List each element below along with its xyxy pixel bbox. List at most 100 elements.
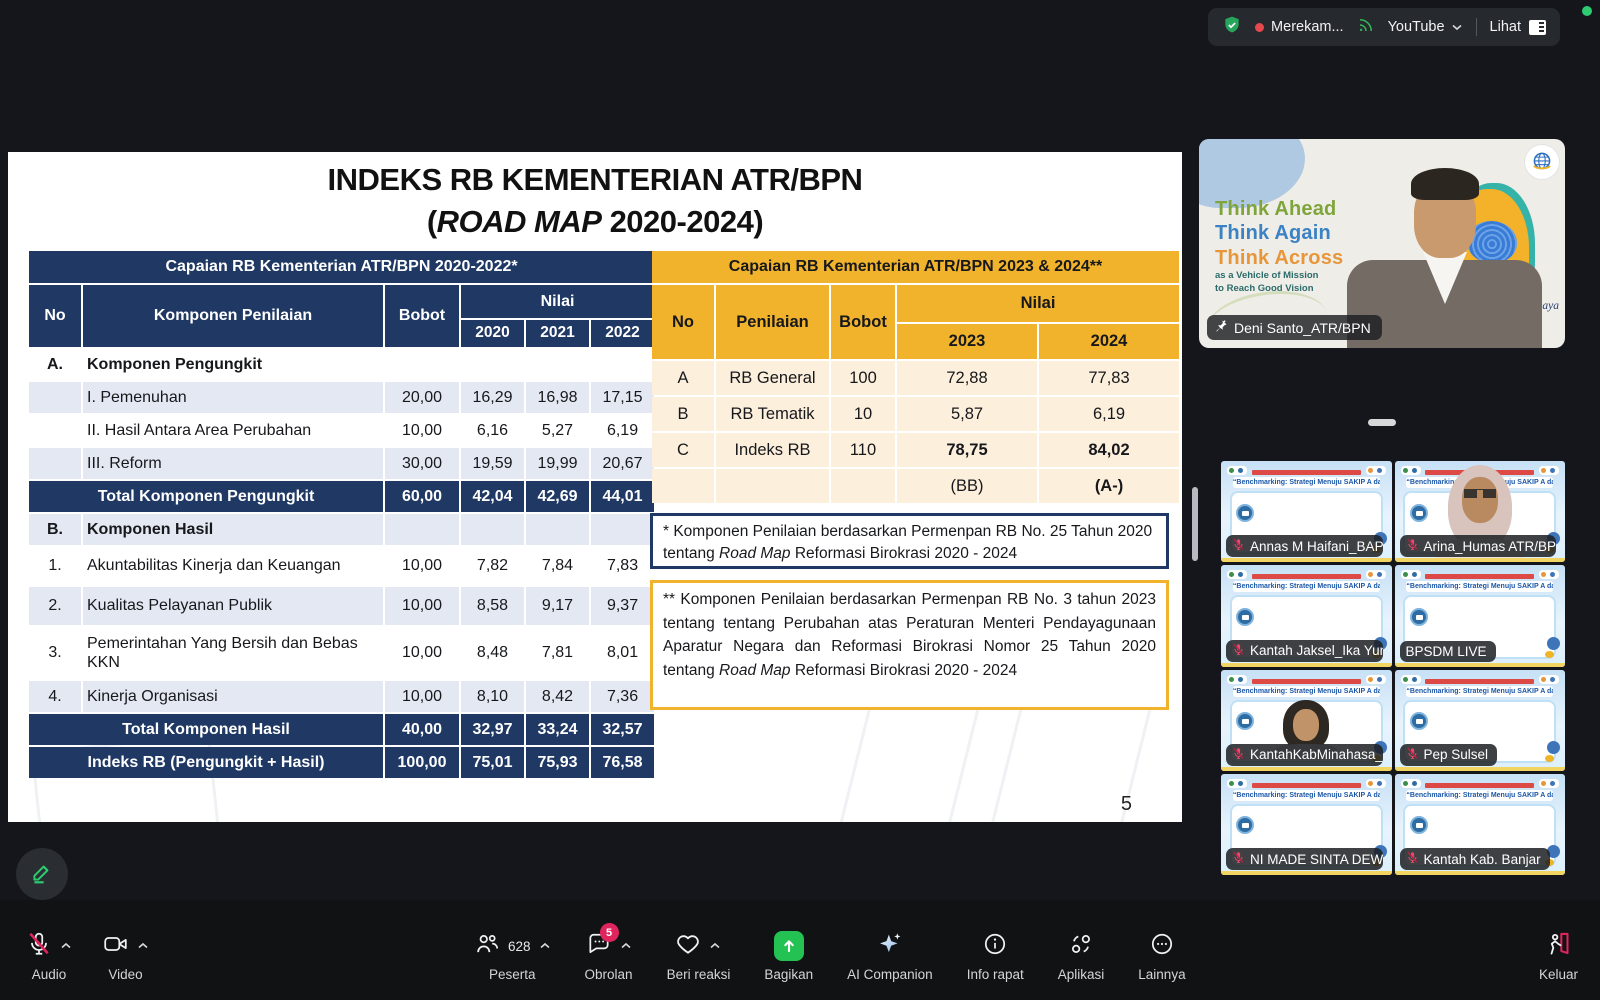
participant-tile[interactable]: “Benchmarking: Strategi Menuju SAKIP A d… (1395, 565, 1566, 666)
participant-count: 628 (508, 939, 531, 954)
toolbar-button-share[interactable]: Bagikan (764, 932, 813, 982)
toolbar-button-meeting-info[interactable]: Info rapat (967, 932, 1024, 982)
participant-name: NI MADE SINTA DEWI (1250, 852, 1383, 867)
toolbar-button-more[interactable]: Lainnya (1138, 932, 1185, 982)
tile-logo (1227, 675, 1247, 684)
divider (1476, 18, 1477, 36)
participant-tile[interactable]: “Benchmarking: Strategi Menuju SAKIP A d… (1395, 461, 1566, 562)
table-row: ARB General10072,8877,83 (652, 361, 1179, 395)
table-row: III. Reform30,0019,5919,9920,67 (29, 448, 654, 479)
toolbar-button-apps[interactable]: Aplikasi (1058, 932, 1105, 982)
chevron-up-icon[interactable] (137, 937, 149, 955)
speaker-name: Deni Santo_ATR/BPN (1234, 320, 1371, 336)
speaker-video-tile[interactable]: Think Ahead Think Again Think Across as … (1199, 139, 1565, 348)
participant-tile[interactable]: “Benchmarking: Strategi Menuju SAKIP A d… (1221, 461, 1392, 562)
chevron-up-icon[interactable] (539, 937, 551, 955)
panel-drag-handle[interactable] (1368, 419, 1396, 426)
participant-name-tag: Pep Sulsel (1400, 744, 1498, 766)
mic-muted-icon (1406, 538, 1419, 554)
tile-chat-logo (1410, 504, 1428, 522)
chevron-down-icon (1451, 23, 1463, 31)
chevron-up-icon[interactable] (60, 937, 72, 955)
toolbar-button-audio[interactable]: Audio (26, 932, 72, 982)
participant-name-tag: Annas M Haifani_BAPP... (1226, 535, 1383, 557)
toolbar-button-video[interactable]: Video (102, 932, 149, 982)
table-row: 2. Kualitas Pelayanan Publik10,008,589,1… (29, 587, 654, 625)
toolbar-label: Keluar (1539, 967, 1578, 982)
tile-footer-stripe (1221, 871, 1392, 875)
table-row: BRB Tematik105,876,19 (652, 397, 1179, 431)
table-title-row: Capaian RB Kementerian ATR/BPN 2020-2022… (29, 251, 654, 283)
youtube-stream-menu[interactable]: YouTube (1388, 19, 1463, 35)
view-label: Lihat (1490, 19, 1521, 35)
table-total-row: Total Komponen Hasil40,0032,9733,2432,57 (29, 714, 654, 745)
tile-banner-text: “Benchmarking: Strategi Menuju SAKIP A d… (1406, 686, 1553, 697)
tile-chat-logo (1236, 504, 1254, 522)
participant-name: Arina_Humas ATR/BPN (1424, 539, 1557, 554)
youtube-label: YouTube (1388, 19, 1445, 35)
toolbar-button-ai-companion[interactable]: AI Companion (847, 932, 933, 982)
recording-label: Merekam... (1271, 19, 1344, 35)
footnote-permenpan-3-2023: ** Komponen Penilaian berdasarkan Permen… (650, 580, 1169, 710)
tile-chat-logo (1410, 816, 1428, 834)
tile-chat-logo (1236, 608, 1254, 626)
mic-muted-icon (1232, 851, 1245, 867)
participant-tile[interactable]: “Benchmarking: Strategi Menuju SAKIP A d… (1221, 774, 1392, 875)
tile-footer-stripe (1221, 558, 1392, 562)
recording-indicator[interactable]: Merekam... (1255, 19, 1344, 35)
tile-logo (1401, 675, 1421, 684)
table-capaian-2020-2022: Capaian RB Kementerian ATR/BPN 2020-2022… (27, 249, 656, 780)
video-icon (102, 931, 129, 962)
toolbar-label: Bagikan (764, 967, 813, 982)
tile-footer-stripe (1221, 663, 1392, 667)
tile-footer-stripe (1395, 767, 1566, 771)
toolbar-label: Lainnya (1138, 967, 1185, 982)
table-total-row: Indeks RB (Pengungkit + Hasil)100,0075,0… (29, 747, 654, 778)
mic-muted-icon (1406, 851, 1419, 867)
participants-scrollbar[interactable] (1192, 487, 1198, 561)
table-row: 1. Akuntabilitas Kinerja dan Keuangan10,… (29, 547, 654, 585)
more-icon (1149, 931, 1175, 962)
chevron-up-icon[interactable] (620, 937, 632, 955)
camera-active-dot (1582, 6, 1592, 16)
tile-banner-text: “Benchmarking: Strategi Menuju SAKIP A d… (1233, 790, 1380, 801)
reactions-icon (675, 931, 701, 962)
toolbar-button-reactions[interactable]: Beri reaksi (667, 932, 731, 982)
participant-tile[interactable]: “Benchmarking: Strategi Menuju SAKIP A d… (1395, 670, 1566, 771)
mic-muted-icon (1232, 747, 1245, 763)
toolbar-label: Video (108, 967, 142, 982)
tile-logo (1366, 570, 1386, 579)
tile-logo (1366, 675, 1386, 684)
tile-banner-text: “Benchmarking: Strategi Menuju SAKIP A d… (1233, 686, 1380, 697)
participant-name: Pep Sulsel (1424, 747, 1489, 762)
tile-footer-stripe (1395, 871, 1566, 875)
encryption-shield-icon (1222, 15, 1242, 40)
table-row: II. Hasil Antara Area Perubahan10,006,16… (29, 415, 654, 446)
mic-muted-icon (1232, 538, 1245, 554)
pencil-icon (29, 859, 55, 890)
toolbar-label: Audio (32, 967, 67, 982)
toolbar-button-chat[interactable]: 5 Obrolan (585, 932, 633, 982)
participant-tile[interactable]: “Benchmarking: Strategi Menuju SAKIP A d… (1221, 670, 1392, 771)
participant-name: KantahKabMinahasa_S... (1250, 747, 1383, 762)
annotate-button[interactable] (16, 848, 68, 900)
meeting-status-bar: Merekam... YouTube Lihat (1208, 8, 1560, 46)
table-header-row: No Komponen Penilaian Bobot Nilai (29, 285, 654, 318)
chevron-up-icon[interactable] (709, 937, 721, 955)
tile-banner-stripe (1252, 574, 1361, 579)
participant-tile[interactable]: “Benchmarking: Strategi Menuju SAKIP A d… (1395, 774, 1566, 875)
participant-tile[interactable]: “Benchmarking: Strategi Menuju SAKIP A d… (1221, 565, 1392, 666)
toolbar-button-leave[interactable]: Keluar (1539, 932, 1578, 982)
shared-screen-slide: INDEKS RB KEMENTERIAN ATR/BPN (ROAD MAP … (8, 152, 1182, 822)
view-menu[interactable]: Lihat (1490, 19, 1546, 35)
toolbar-button-participants[interactable]: 628 Peserta (474, 932, 551, 982)
table-row: 3. Pemerintahan Yang Bersih dan Bebas KK… (29, 627, 654, 679)
participant-name: Annas M Haifani_BAPP... (1250, 539, 1383, 554)
tile-banner-text: “Benchmarking: Strategi Menuju SAKIP A d… (1406, 581, 1553, 592)
slide-title-line1: INDEKS RB KEMENTERIAN ATR/BPN (8, 159, 1182, 201)
unread-badge: 5 (600, 923, 619, 942)
view-layout-icon (1529, 20, 1546, 35)
tile-logo (1366, 466, 1386, 475)
tile-banner-stripe (1425, 574, 1534, 579)
tile-banner-text: “Benchmarking: Strategi Menuju SAKIP A d… (1406, 790, 1553, 801)
